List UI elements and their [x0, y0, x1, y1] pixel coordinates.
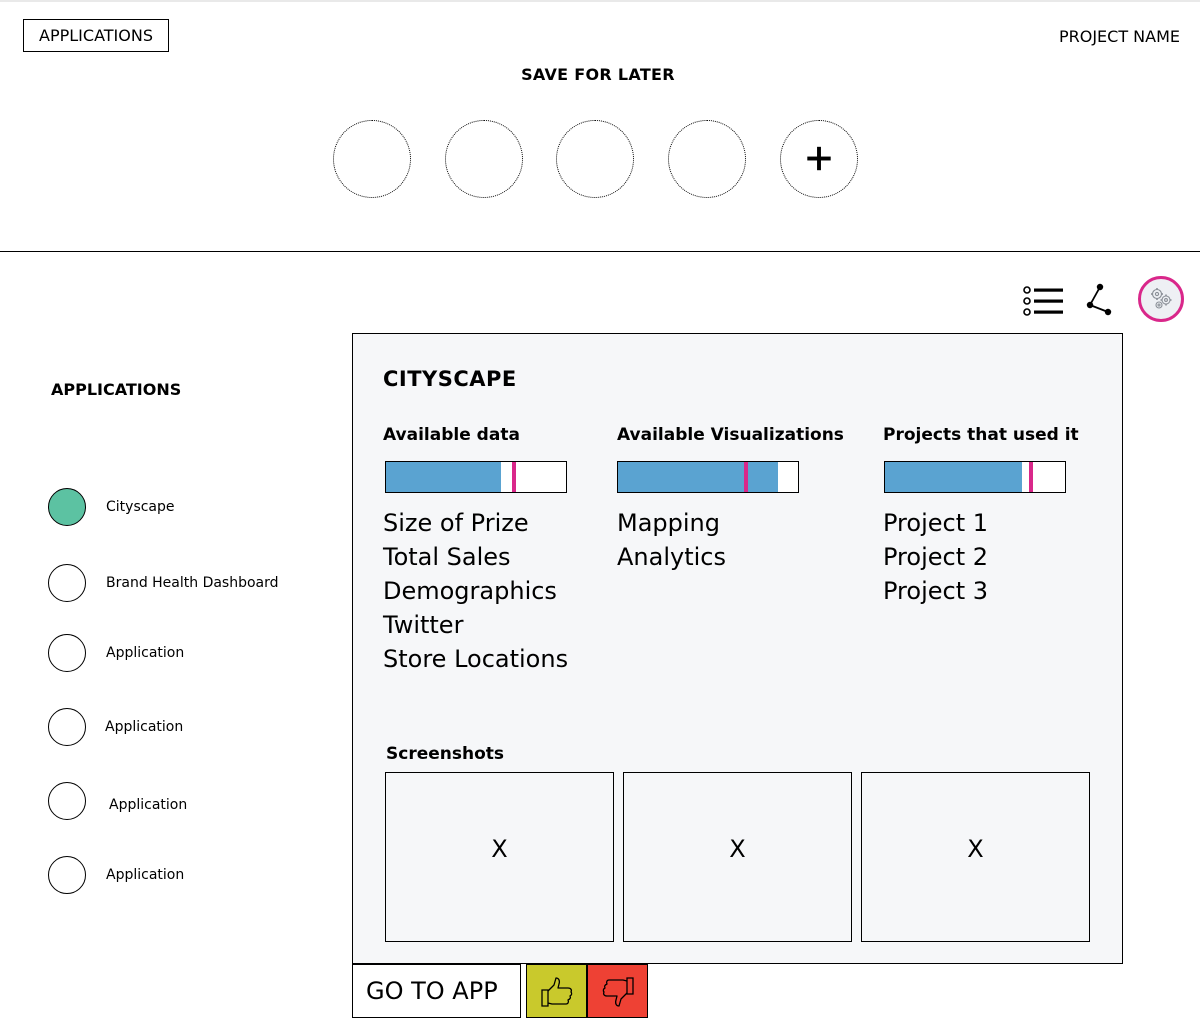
- bar-marker: [511, 462, 516, 492]
- thumbs-down-button[interactable]: [587, 964, 648, 1018]
- list-view-icon[interactable]: [1022, 284, 1066, 318]
- status-dot: [48, 488, 86, 526]
- top-divider: [0, 0, 1200, 2]
- graph-view-icon[interactable]: [1084, 283, 1116, 317]
- thumbs-up-button[interactable]: [526, 964, 587, 1018]
- list-item: Analytics: [617, 543, 726, 571]
- bar-marker: [1028, 462, 1033, 492]
- sidebar-item-label: Brand Health Dashboard: [106, 575, 279, 591]
- section-divider: [0, 251, 1200, 252]
- bar-marker: [743, 462, 748, 492]
- screenshots-title: Screenshots: [386, 744, 505, 764]
- column-title: Projects that used it: [883, 425, 1079, 445]
- list-item: Project 3: [883, 577, 989, 605]
- save-for-later-title: SAVE FOR LATER: [521, 65, 675, 84]
- project-name: PROJECT NAME: [1058, 27, 1180, 46]
- sidebar-item-label: Application: [106, 867, 185, 883]
- sidebar-item-label: Application: [106, 645, 185, 661]
- bar-fill: [386, 462, 502, 492]
- thumbs-down-icon: [602, 977, 634, 1007]
- list-item: Project 1: [883, 509, 989, 537]
- status-dot: [48, 634, 86, 672]
- list-item: Project 2: [883, 543, 989, 571]
- availability-bar: [884, 461, 1066, 493]
- thumbs-up-icon: [541, 977, 573, 1007]
- saved-slot-1[interactable]: [333, 120, 411, 198]
- availability-bar: [617, 461, 799, 493]
- project-list: Project 1 Project 2 Project 3: [883, 506, 988, 608]
- sidebar-item-application-2[interactable]: Application: [48, 708, 308, 748]
- data-list: Size of Prize Total Sales Demographics T…: [383, 506, 568, 676]
- placeholder-x: X: [729, 835, 746, 863]
- sidebar-item-label: Cityscape: [106, 499, 175, 515]
- plus-icon: [807, 146, 831, 171]
- screenshot-thumbnail[interactable]: X: [861, 772, 1090, 942]
- list-item: Demographics: [383, 577, 557, 605]
- status-dot: [48, 856, 86, 894]
- projects-column: Projects that used it Project 1 Project …: [883, 425, 1079, 605]
- settings-gears-icon[interactable]: [1138, 276, 1184, 322]
- go-to-app-button[interactable]: GO TO APP: [352, 964, 521, 1018]
- availability-bar: [385, 461, 567, 493]
- status-dot: [48, 564, 86, 602]
- placeholder-x: X: [491, 835, 508, 863]
- sidebar-item-application-4[interactable]: Application: [48, 856, 308, 896]
- list-item: Size of Prize: [383, 509, 529, 537]
- list-item: Mapping: [617, 509, 720, 537]
- application-detail-panel: CITYSCAPE Available data Size of Prize T…: [352, 333, 1123, 964]
- add-slot-button[interactable]: [780, 120, 858, 198]
- bar-fill: [885, 462, 1022, 492]
- sidebar-item-brand-health-dashboard[interactable]: Brand Health Dashboard: [48, 564, 308, 604]
- sidebar-item-label: Application: [109, 797, 188, 813]
- bar-fill: [618, 462, 779, 492]
- visualization-list: Mapping Analytics: [617, 506, 726, 574]
- available-data-column: Available data Size of Prize Total Sales…: [383, 425, 568, 673]
- sidebar-item-label: Application: [105, 719, 184, 735]
- screenshot-thumbnail[interactable]: X: [623, 772, 852, 942]
- applications-button[interactable]: APPLICATIONS: [23, 19, 169, 52]
- sidebar-title: APPLICATIONS: [51, 380, 182, 399]
- screenshot-thumbnail[interactable]: X: [385, 772, 614, 942]
- saved-slot-3[interactable]: [556, 120, 634, 198]
- sidebar-item-application-1[interactable]: Application: [48, 634, 308, 674]
- sidebar-item-application-3[interactable]: Application: [48, 782, 308, 822]
- saved-slot-2[interactable]: [445, 120, 523, 198]
- column-title: Available data: [383, 425, 520, 445]
- saved-slot-4[interactable]: [668, 120, 746, 198]
- list-item: Store Locations: [383, 645, 569, 673]
- status-dot: [48, 708, 86, 746]
- status-dot: [48, 782, 86, 820]
- available-visualizations-column: Available Visualizations Mapping Analyti…: [617, 425, 844, 571]
- placeholder-x: X: [967, 835, 984, 863]
- list-item: Twitter: [383, 611, 464, 639]
- sidebar-item-cityscape[interactable]: Cityscape: [48, 488, 308, 528]
- column-title: Available Visualizations: [617, 425, 844, 445]
- list-item: Total Sales: [383, 543, 511, 571]
- panel-title: CITYSCAPE: [383, 367, 517, 391]
